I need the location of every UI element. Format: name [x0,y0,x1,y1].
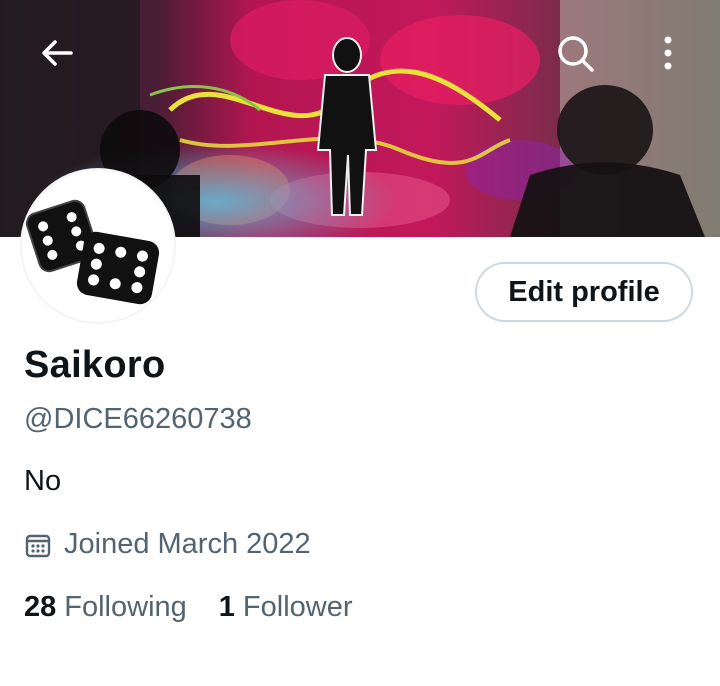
back-button[interactable] [33,29,81,77]
more-options-button[interactable] [644,29,692,77]
followers-link[interactable]: 1 Follower [219,591,353,624]
following-label: Following [64,591,187,623]
more-vertical-icon [664,36,672,70]
calendar-icon [25,534,51,557]
followers-count: 1 [218,591,235,623]
edit-profile-button[interactable]: Edit profile [475,262,693,322]
followers-label: Follower [242,591,353,623]
search-button[interactable] [551,29,599,77]
following-count: 28 [24,591,57,623]
following-link[interactable]: 28 Following [24,591,187,624]
bio: No [24,465,62,497]
dice-icon [25,199,160,305]
avatar[interactable] [22,170,174,322]
search-icon [558,36,594,72]
joined-date: Joined March 2022 [24,528,311,561]
follow-stats: 28 Following 1 Follower [24,591,353,624]
user-handle: @DICE66260738 [24,403,252,435]
arrow-left-icon [42,40,73,66]
joined-text: Joined March 2022 [64,528,311,560]
display-name: Saikoro [24,344,166,386]
